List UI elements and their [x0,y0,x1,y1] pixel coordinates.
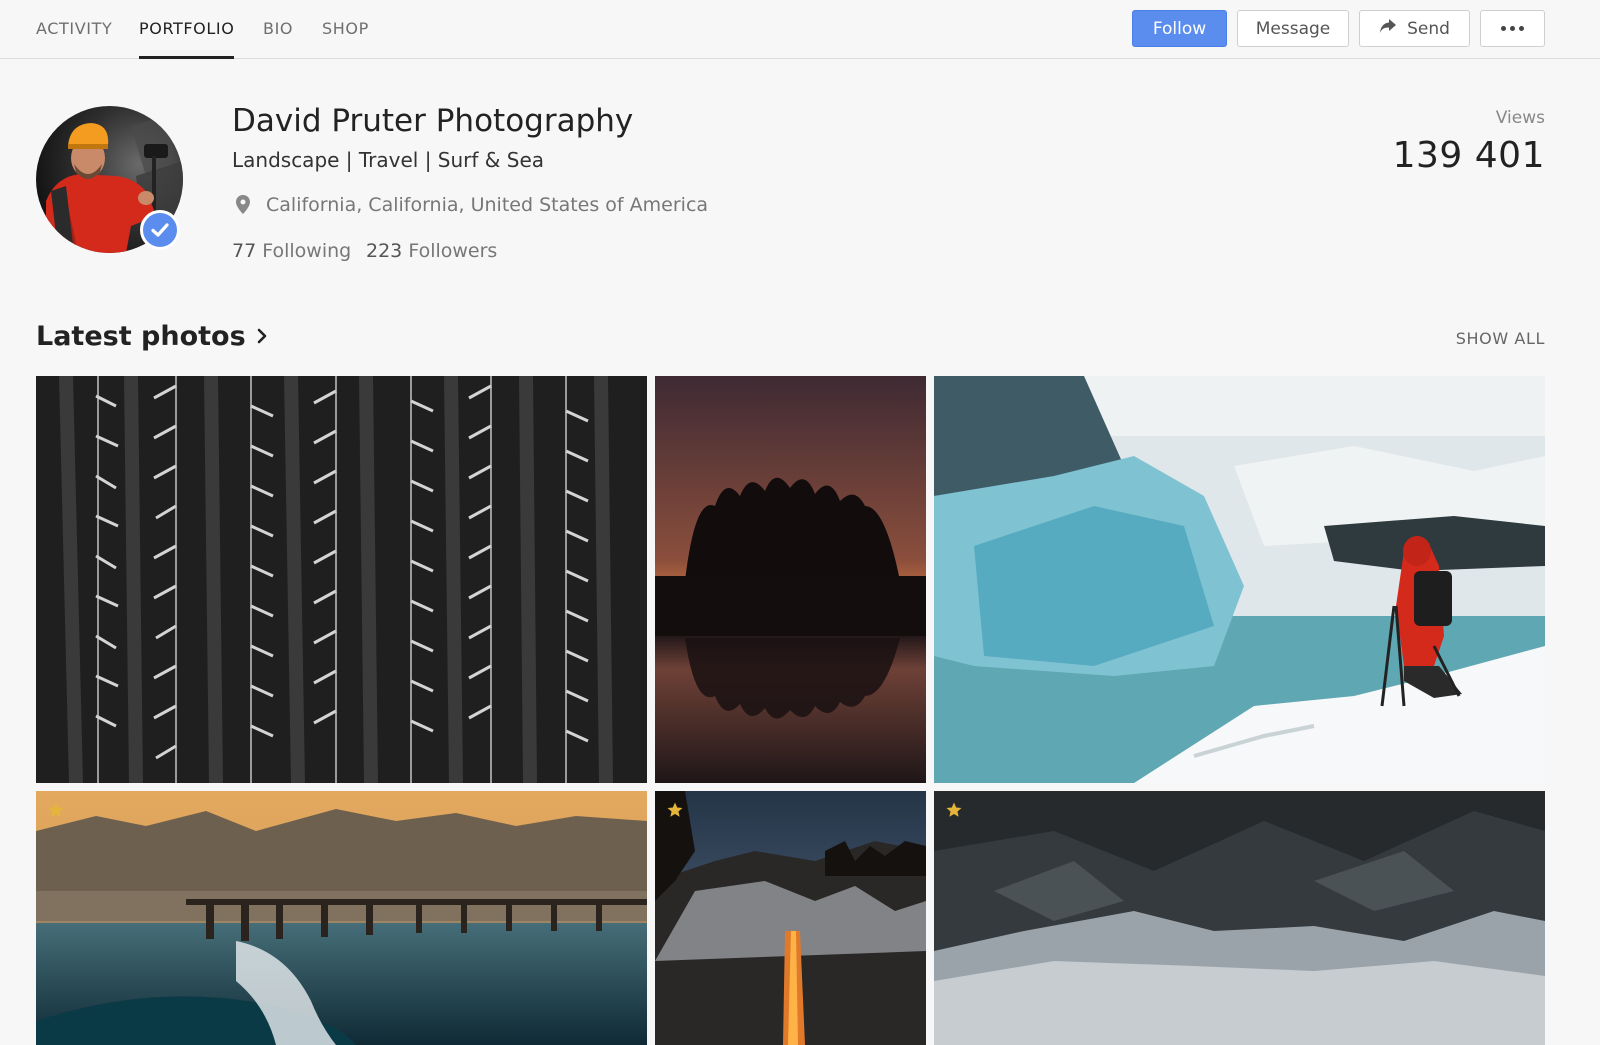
photo-snowy-forest[interactable] [36,376,647,783]
photo-pier-wave[interactable] [36,791,647,1045]
featured-star-icon [47,801,65,819]
photo-glacier-ice-photographer[interactable] [934,376,1545,783]
followers-label: Followers [408,240,498,262]
tab-activity[interactable]: ACTIVITY [36,19,112,59]
photo-snowy-mountains[interactable] [934,791,1545,1045]
more-options-button[interactable] [1480,10,1545,47]
show-all-link[interactable]: SHOW ALL [1456,329,1545,348]
tab-shop[interactable]: SHOP [322,19,369,59]
latest-photos-link[interactable]: Latest photos [36,321,268,352]
profile-location: California, California, United States of… [266,194,709,216]
latest-photos-title: Latest photos [36,321,246,352]
verified-badge-icon [140,210,180,250]
top-nav: ACTIVITY PORTFOLIO BIO SHOP Follow Messa… [0,0,1600,59]
views-count: 139 401 [1392,135,1545,176]
featured-star-icon [945,801,963,819]
followers-count: 223 [366,240,403,262]
share-arrow-icon [1379,18,1397,39]
follow-button[interactable]: Follow [1132,10,1227,47]
tab-portfolio[interactable]: PORTFOLIO [139,19,234,59]
following-label: Following [262,240,352,262]
photo-sunset-trees-reflection[interactable] [655,376,926,783]
tab-bio[interactable]: BIO [263,19,293,59]
more-dots-icon [1501,26,1524,31]
photo-firefall-waterfall[interactable] [655,791,926,1045]
followers-link[interactable]: 223 Followers [366,240,497,262]
profile-tagline: Landscape | Travel | Surf & Sea [232,148,545,172]
send-button[interactable]: Send [1359,10,1470,47]
location-pin-icon [236,195,250,218]
profile-name: David Pruter Photography [232,103,634,139]
following-link[interactable]: 77 Following [232,240,351,262]
send-label: Send [1407,18,1450,39]
views-label: Views [1495,108,1545,128]
chevron-right-icon [256,321,268,352]
featured-star-icon [666,801,684,819]
message-button[interactable]: Message [1237,10,1349,47]
following-count: 77 [232,240,257,262]
